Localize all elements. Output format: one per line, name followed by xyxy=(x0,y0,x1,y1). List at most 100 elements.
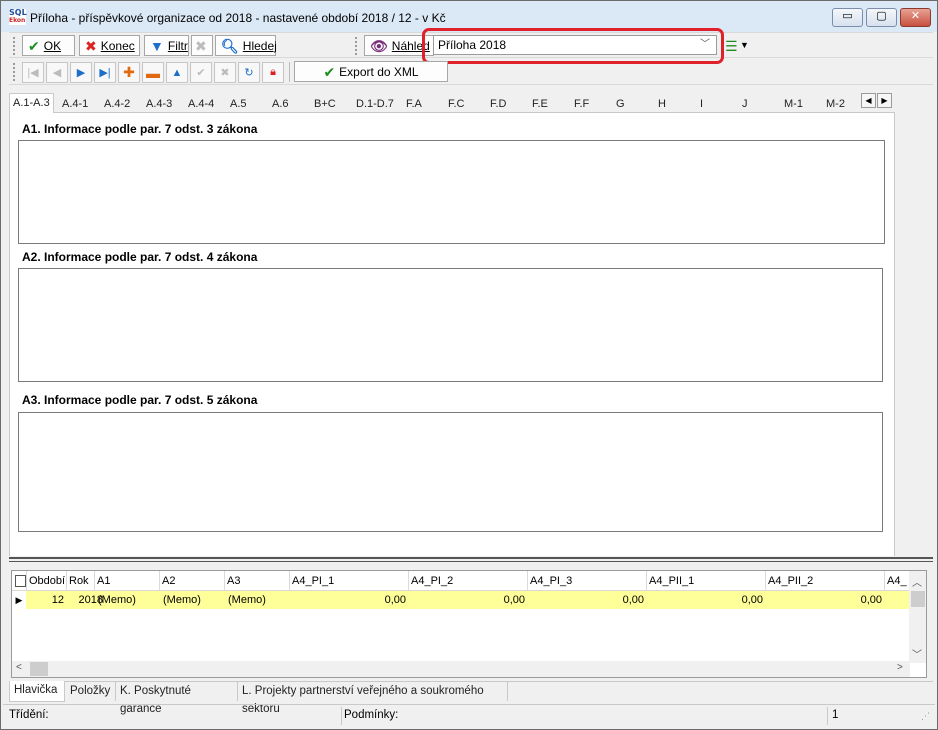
tab-m2[interactable]: M-2 xyxy=(823,95,865,113)
tab-a4-2[interactable]: A.4-2 xyxy=(101,95,143,113)
minimize-button[interactable]: ▭ xyxy=(832,8,863,27)
next-record-button[interactable]: ▶ xyxy=(70,62,92,83)
data-grid: Období Rok A1 A2 A3 A4_PI_1 A4_PI_2 A4_P… xyxy=(11,570,927,678)
status-bar: Třídění: Podmínky: 1 ⋰ xyxy=(3,704,935,726)
last-record-button[interactable]: ▶| xyxy=(94,62,116,83)
delete-record-button[interactable]: ▬ xyxy=(142,62,164,83)
col-a4-more[interactable]: A4_ xyxy=(885,571,910,591)
toolbar-grip-2[interactable] xyxy=(355,37,359,55)
search-icon: 🔍︎ xyxy=(221,37,239,54)
tab-hlavicka[interactable]: Hlavička xyxy=(9,681,65,702)
check-icon: ✔ xyxy=(323,63,336,80)
close-icon: ✕ xyxy=(910,10,921,22)
edit-record-button[interactable]: ▲ xyxy=(166,62,188,83)
minus-icon: ▬ xyxy=(146,64,160,81)
bottom-tabs: Hlavička Položky K. Poskytnuté garance L… xyxy=(9,681,933,715)
scroll-left-icon[interactable]: < xyxy=(16,662,22,673)
select-all-cell xyxy=(12,571,27,591)
col-rok[interactable]: Rok xyxy=(67,571,95,591)
tab-fc[interactable]: F.C xyxy=(445,95,487,113)
splitter[interactable] xyxy=(9,557,933,562)
col-a4-pi-2[interactable]: A4_PI_2 xyxy=(409,571,528,591)
lock-icon: 🔒︎ xyxy=(270,66,276,78)
sort-label: Třídění: xyxy=(9,709,49,721)
col-a4-pii-2[interactable]: A4_PII_2 xyxy=(766,571,885,591)
close-button[interactable]: ✕ xyxy=(900,8,931,27)
current-row-indicator-icon: ▶ xyxy=(12,591,26,609)
konec-button[interactable]: ✖ Konec xyxy=(79,35,140,56)
tab-d1-d7[interactable]: D.1-D.7 xyxy=(353,95,403,113)
maximize-button[interactable]: ▢ xyxy=(866,8,897,27)
filtr-button[interactable]: ▼ Filtr xyxy=(144,35,189,56)
tab-fa[interactable]: F.A xyxy=(403,95,445,113)
memo-a1[interactable] xyxy=(18,140,885,244)
check-icon: ✔ xyxy=(28,37,40,54)
tab-a5[interactable]: A.5 xyxy=(227,95,269,113)
grid-horizontal-scrollbar[interactable]: < > xyxy=(12,661,910,677)
scroll-down-icon[interactable]: ﹀ xyxy=(912,646,922,661)
select-all-checkbox[interactable] xyxy=(15,575,26,587)
scroll-up-icon[interactable]: ︿ xyxy=(912,574,922,589)
cell-a3: (Memo) xyxy=(228,594,266,606)
toolbar-separator xyxy=(289,62,290,82)
col-a4-pi-1[interactable]: A4_PI_1 xyxy=(290,571,409,591)
menu-lines-icon[interactable]: ☰ xyxy=(725,38,738,55)
add-record-button[interactable]: ✚ xyxy=(118,62,140,83)
tab-fe[interactable]: F.E xyxy=(529,95,571,113)
tab-projekty-pps[interactable]: L. Projekty partnerství veřejného a souk… xyxy=(238,682,508,715)
tab-a4-3[interactable]: A.4-3 xyxy=(143,95,185,113)
tab-b-c[interactable]: B+C xyxy=(311,95,353,113)
toolbar-grip[interactable] xyxy=(13,37,17,55)
refresh-button[interactable]: ↻ xyxy=(238,62,260,83)
scroll-right-icon[interactable]: > xyxy=(897,662,903,673)
horizontal-scroll-thumb[interactable] xyxy=(30,662,48,676)
tab-polozky[interactable]: Položky xyxy=(66,682,116,701)
lock-button[interactable]: 🔒︎ xyxy=(262,62,284,83)
col-a1[interactable]: A1 xyxy=(95,571,160,591)
section-a3-label: A3. Informace podle par. 7 odst. 5 zákon… xyxy=(22,393,258,407)
memo-a2[interactable] xyxy=(18,268,883,382)
tab-j[interactable]: J xyxy=(739,95,781,113)
tab-i[interactable]: I xyxy=(697,95,739,113)
col-a4-pii-1[interactable]: A4_PII_1 xyxy=(647,571,766,591)
tab-g[interactable]: G xyxy=(613,95,655,113)
main-window: SQL Ekon Příloha - příspěvkové organizac… xyxy=(0,0,938,730)
vertical-scroll-thumb[interactable] xyxy=(911,591,925,607)
grid-vertical-scrollbar[interactable]: ︿ ﹀ xyxy=(909,571,926,663)
tab-ff[interactable]: F.F xyxy=(571,95,613,113)
col-a3[interactable]: A3 xyxy=(225,571,290,591)
eye-icon: 👁︎ xyxy=(370,37,388,54)
export-xml-button[interactable]: ✔ Export do XML xyxy=(294,61,448,82)
tab-scroll-right-icon[interactable]: ▶ xyxy=(877,93,892,108)
col-a4-pi-3[interactable]: A4_PI_3 xyxy=(528,571,647,591)
tab-garance[interactable]: K. Poskytnuté garance xyxy=(116,682,238,715)
tab-h[interactable]: H xyxy=(655,95,697,113)
refresh-icon: ↻ xyxy=(244,67,254,79)
minimize-icon: ▭ xyxy=(842,10,853,22)
cancel-record-button[interactable]: ✖ xyxy=(214,62,236,83)
toolbar-grip-3[interactable] xyxy=(13,63,17,81)
clear-filter-icon: ✖ xyxy=(195,37,207,54)
resize-grip-icon[interactable]: ⋰ xyxy=(921,711,930,722)
section-a2-label: A2. Informace podle par. 7 odst. 4 zákon… xyxy=(22,250,258,264)
memo-a3[interactable] xyxy=(18,412,883,532)
caret-down-icon[interactable]: ▼ xyxy=(740,40,749,50)
table-row[interactable]: 12 2018 (Memo) (Memo) (Memo) 0,00 0,00 0… xyxy=(26,591,910,609)
tab-a6[interactable]: A.6 xyxy=(269,95,311,113)
tab-m1[interactable]: M-1 xyxy=(781,95,823,113)
clear-filter-button[interactable]: ✖ xyxy=(191,35,213,56)
col-a2[interactable]: A2 xyxy=(160,571,225,591)
tab-fd[interactable]: F.D xyxy=(487,95,529,113)
cell-obdobi: 12 xyxy=(51,594,64,606)
prev-record-button[interactable]: ◀ xyxy=(46,62,68,83)
col-obdobi[interactable]: Období xyxy=(27,571,67,591)
ok-button[interactable]: ✔ OK xyxy=(22,35,75,56)
post-record-button[interactable]: ✔ xyxy=(190,62,212,83)
tab-scroll-left-icon[interactable]: ◀ xyxy=(861,93,876,108)
hledej-button[interactable]: 🔍︎ Hledej xyxy=(215,35,277,56)
tab-a1-a3[interactable]: A.1-A.3 xyxy=(9,93,54,114)
tab-a4-1[interactable]: A.4-1 xyxy=(59,95,101,113)
cell-a4-pii-2: 0,00 xyxy=(860,594,882,606)
tab-a4-4[interactable]: A.4-4 xyxy=(185,95,227,113)
first-record-button[interactable]: |◀ xyxy=(22,62,44,83)
